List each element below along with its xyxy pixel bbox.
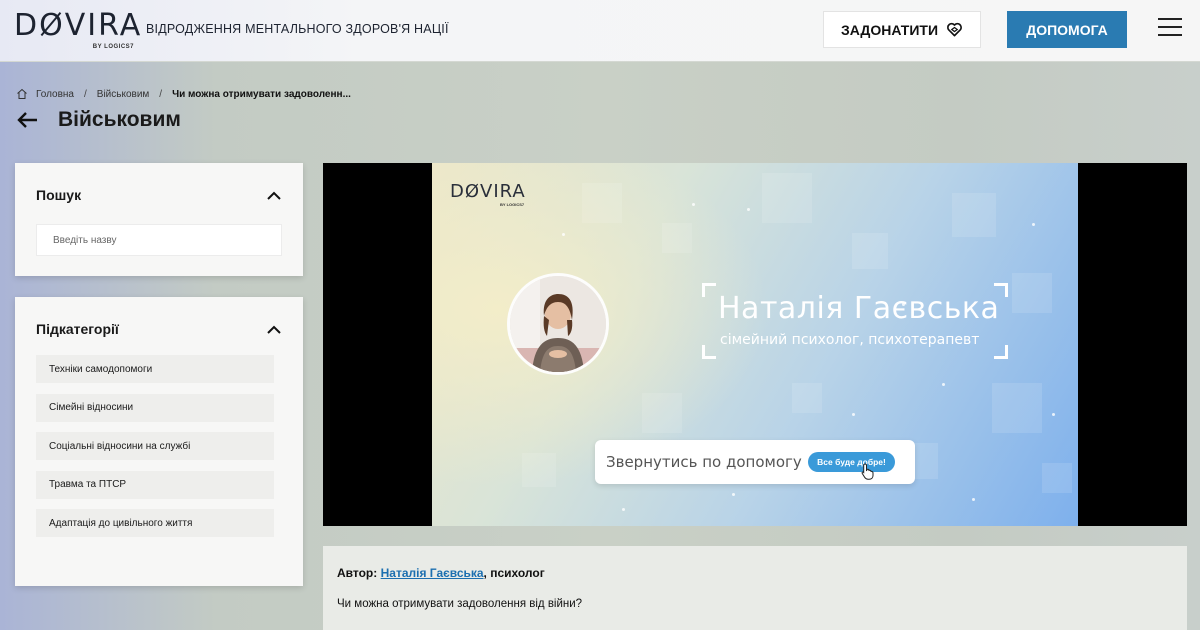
cta-text: Звернутись по допомогу	[606, 453, 802, 471]
video-player[interactable]: DØVIRA BY LOGICS7 Наталія Гаєвська сімей…	[323, 163, 1187, 526]
subcategory-social-service[interactable]: Соціальні відносини на службі	[36, 432, 274, 460]
search-panel-header[interactable]: Пошук	[36, 187, 281, 203]
page-title-row: Військовим	[16, 108, 181, 132]
author-link[interactable]: Наталія Гаєвська	[381, 566, 484, 580]
logo-wordmark: DØVIRA	[14, 8, 143, 43]
chevron-up-icon[interactable]	[267, 191, 281, 200]
subcategory-self-help[interactable]: Техніки самодопомоги	[36, 355, 274, 383]
speaker-portrait-image	[510, 276, 606, 372]
subcategories-title: Підкатегорії	[36, 321, 119, 337]
breadcrumb-current: Чи можна отримувати задоволенн...	[172, 88, 351, 100]
subcategory-civil-adaptation[interactable]: Адаптація до цивільного життя	[36, 509, 274, 537]
breadcrumb-home[interactable]: Головна	[36, 89, 74, 100]
help-button[interactable]: ДОПОМОГА	[1007, 11, 1127, 48]
subcategory-family[interactable]: Сімейні відносини	[36, 393, 274, 422]
author-line: Автор: Наталія Гаєвська, психолог	[337, 566, 545, 580]
logo-subtitle: BY LOGICS7	[92, 44, 134, 50]
page-title: Військовим	[58, 108, 181, 131]
video-info-panel: Автор: Наталія Гаєвська, психолог Чи мож…	[323, 546, 1187, 630]
author-label: Автор:	[337, 566, 378, 580]
speaker-avatar	[507, 273, 609, 375]
hamburger-menu-icon[interactable]	[1158, 18, 1182, 40]
hand-cursor-icon	[861, 463, 874, 480]
heart-icon	[947, 22, 962, 37]
video-logo-subtitle: BY LOGICS7	[500, 202, 525, 207]
donate-label: ЗАДОНАТИТИ	[840, 21, 938, 38]
home-icon[interactable]	[16, 88, 28, 100]
chevron-up-icon[interactable]	[267, 325, 281, 334]
subcategories-panel: Підкатегорії Техніки самодопомоги Сімейн…	[15, 297, 303, 586]
cta-button: Все буде добре!	[808, 452, 895, 472]
breadcrumb: Головна / Військовим / Чи можна отримува…	[16, 88, 351, 100]
site-tagline: ВІДРОДЖЕННЯ МЕНТАЛЬНОГО ЗДОРОВ'Я НАЦІЇ	[146, 22, 449, 36]
search-panel: Пошук	[15, 163, 303, 276]
breadcrumb-separator: /	[159, 88, 163, 100]
speaker-name-frame: Наталія Гаєвська сімейний психолог, псих…	[702, 283, 1008, 359]
video-frame[interactable]: DØVIRA BY LOGICS7 Наталія Гаєвська сімей…	[432, 163, 1078, 526]
breadcrumb-military[interactable]: Військовим	[97, 89, 150, 100]
video-logo: DØVIRA	[450, 181, 526, 202]
author-suffix: , психолог	[483, 566, 545, 580]
subcategory-list: Техніки самодопомоги Сімейні відносини С…	[36, 355, 274, 548]
search-panel-title: Пошук	[36, 187, 82, 203]
subcategory-trauma-ptsd[interactable]: Травма та ПТСР	[36, 470, 274, 499]
site-logo[interactable]: DØVIRA BY LOGICS7	[14, 8, 143, 54]
speaker-role: сімейний психолог, психотерапевт	[720, 332, 980, 348]
breadcrumb-separator: /	[84, 88, 87, 100]
video-cta-card: Звернутись по допомогу Все буде добре!	[595, 440, 915, 484]
speaker-name: Наталія Гаєвська	[718, 291, 1000, 326]
subcategories-panel-header[interactable]: Підкатегорії	[36, 321, 281, 337]
video-title-text: Чи можна отримувати задоволення від війн…	[337, 598, 583, 610]
back-arrow-icon[interactable]	[16, 108, 40, 132]
site-header: DØVIRA BY LOGICS7 ВІДРОДЖЕННЯ МЕНТАЛЬНОГ…	[0, 0, 1200, 62]
search-input[interactable]	[36, 224, 282, 256]
donate-button[interactable]: ЗАДОНАТИТИ	[823, 11, 981, 48]
